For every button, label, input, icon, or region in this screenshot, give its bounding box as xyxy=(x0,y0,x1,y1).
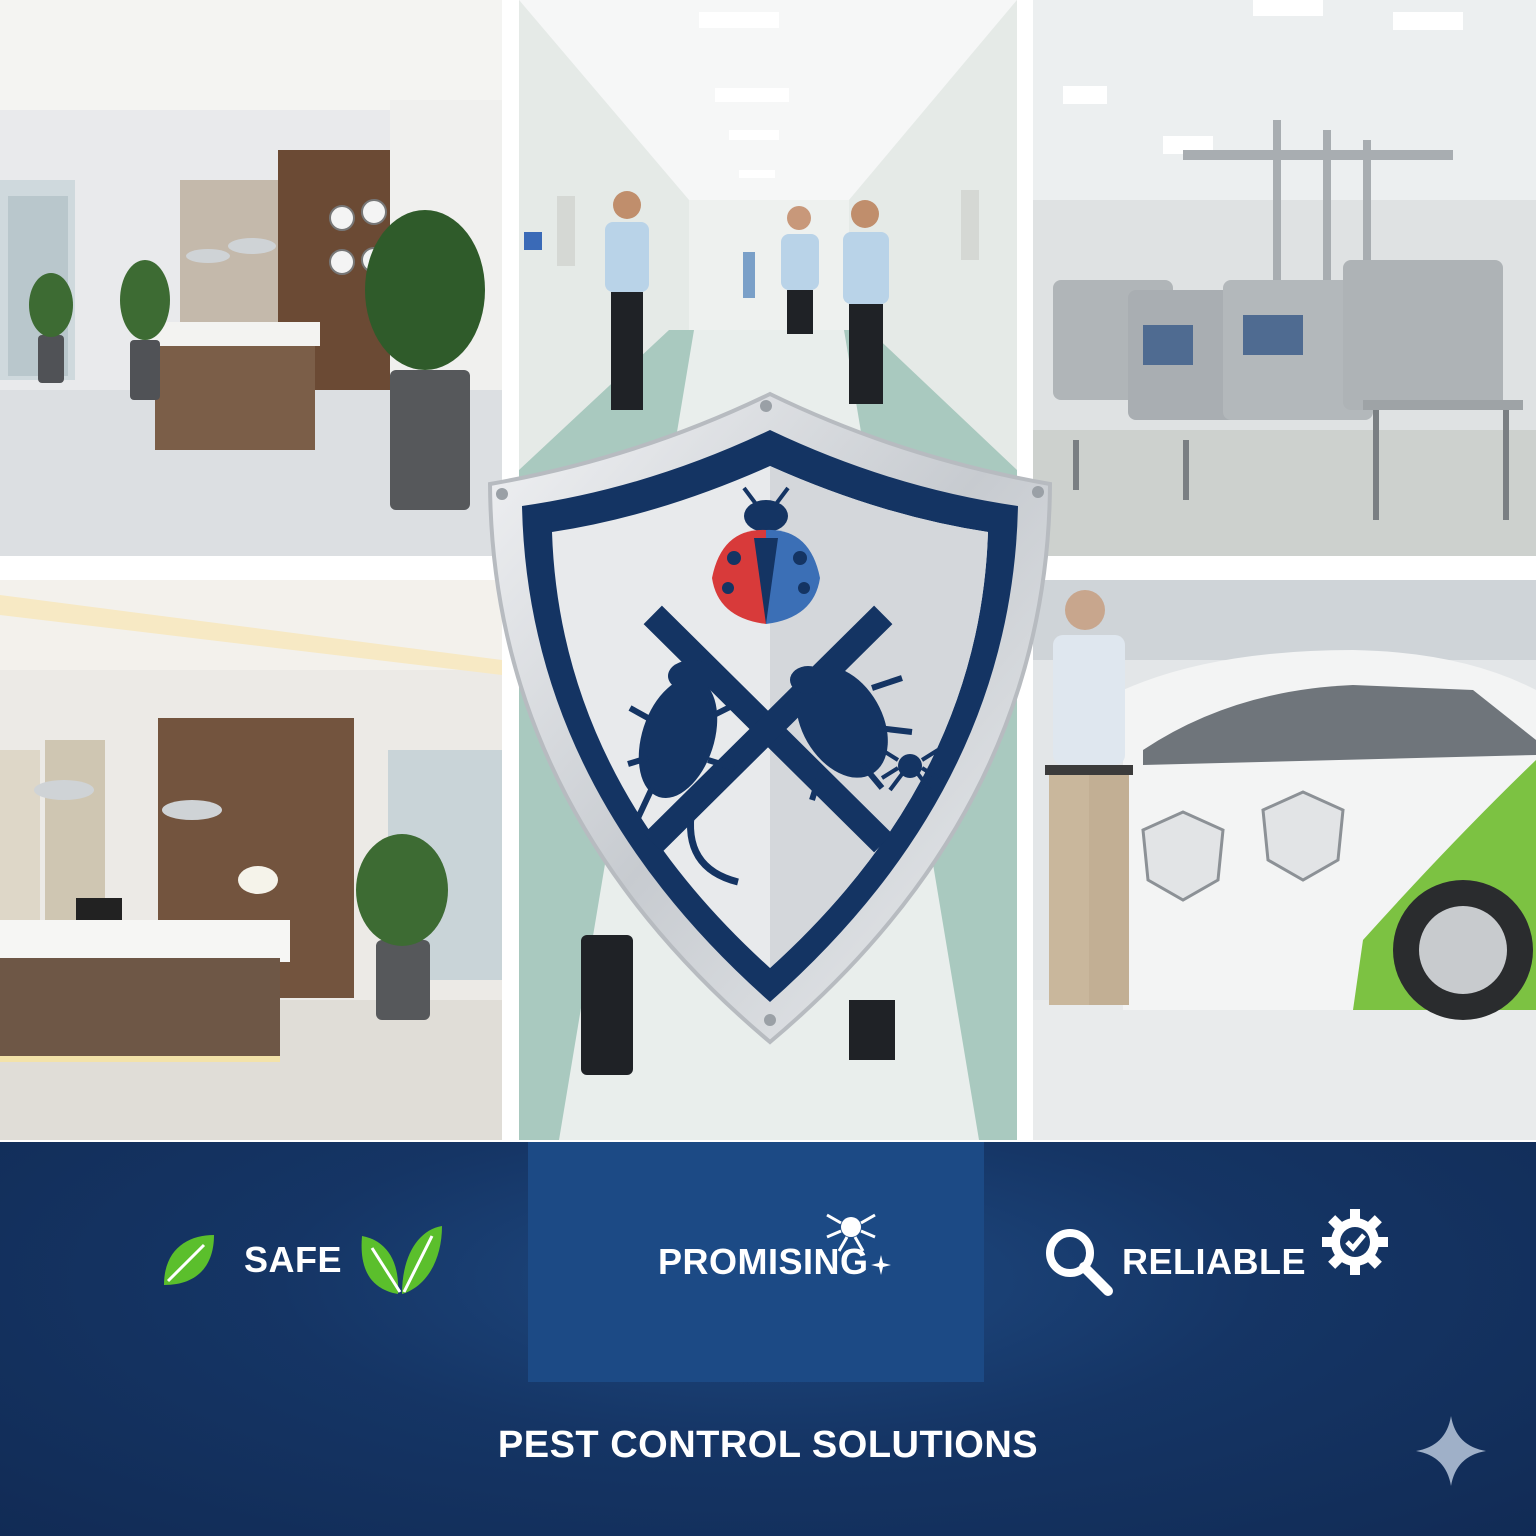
feature-reliable: RELIABLE xyxy=(1044,1209,1390,1312)
leaf-icon xyxy=(164,1235,214,1285)
feature-safe: SAFE xyxy=(158,1220,444,1300)
features-banner: SAFE PROMISING RELIABLE PEST CONTROL SOL… xyxy=(0,1142,1536,1536)
shield-logo xyxy=(482,388,1058,1048)
factory-photo xyxy=(1033,0,1536,562)
gear-check-icon xyxy=(1322,1209,1388,1275)
lobby-photo-top xyxy=(0,0,502,562)
sparkle-icon xyxy=(1416,1416,1486,1486)
feature-reliable-label: RELIABLE xyxy=(1122,1241,1306,1282)
lobby-photo-bottom xyxy=(0,580,502,1140)
feature-safe-label: SAFE xyxy=(244,1239,343,1280)
service-vehicle-photo xyxy=(1033,580,1536,1140)
leaves-icon xyxy=(361,1226,443,1294)
tagline: PEST CONTROL SOLUTIONS xyxy=(497,1424,1039,1466)
bug-sparkle-icon xyxy=(825,1213,891,1275)
feature-promising: PROMISING xyxy=(658,1212,893,1312)
magnifier-icon xyxy=(1046,1229,1113,1296)
